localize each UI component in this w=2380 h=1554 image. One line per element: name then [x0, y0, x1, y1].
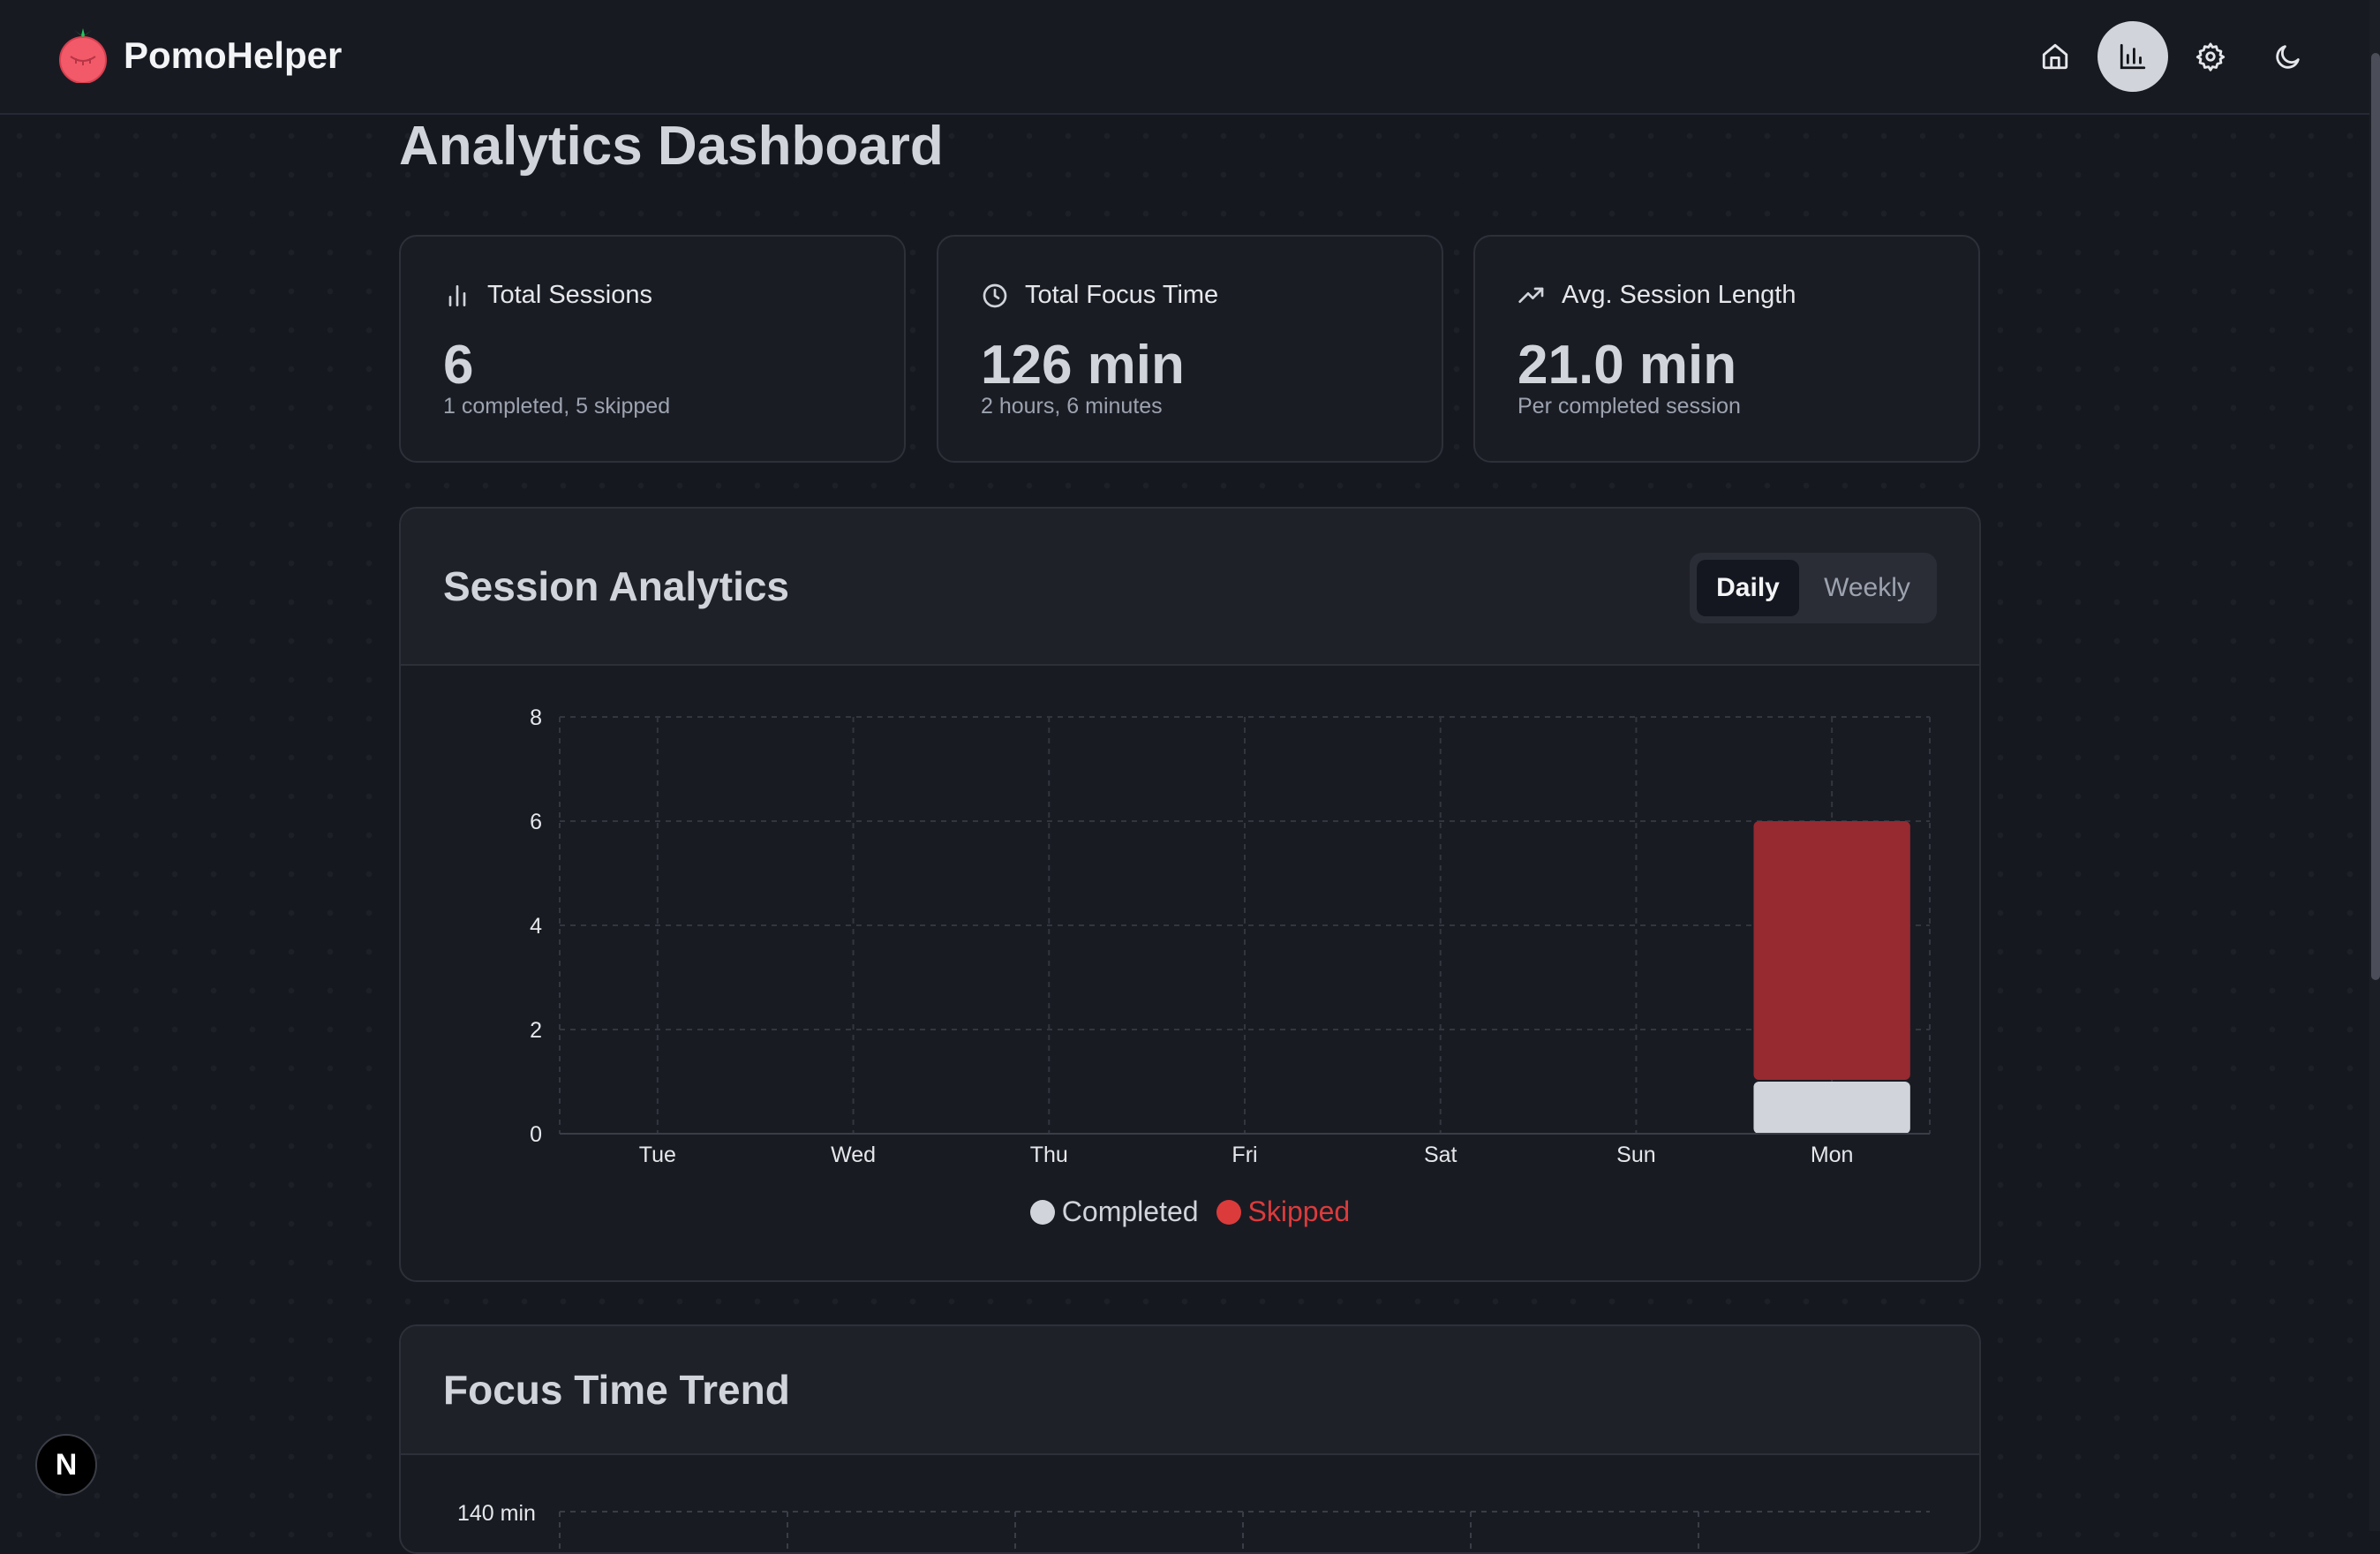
y-tick-label: 0 — [530, 1122, 542, 1147]
bar-chart-icon — [2120, 43, 2146, 70]
stat-label: Total Sessions — [487, 281, 652, 309]
clock-icon — [983, 283, 1007, 307]
stat-card-total-sessions: Total Sessions 6 1 completed, 5 skipped — [399, 235, 906, 463]
view-toggle: Daily Weekly — [1690, 553, 1937, 623]
panel-title: Focus Time Trend — [443, 1367, 790, 1413]
y-tick-label: 2 — [530, 1018, 542, 1043]
stat-value: 6 — [443, 335, 474, 396]
legend-completed[interactable]: Completed — [1029, 1196, 1199, 1228]
stat-subtext: Per completed session — [1518, 394, 1741, 419]
stat-value: 126 min — [981, 335, 1185, 396]
focus-time-trend-panel: Focus Time Trend 140 min — [399, 1324, 1981, 1554]
y-tick-label: 4 — [530, 914, 542, 939]
weekly-tab[interactable]: Weekly — [1804, 560, 1930, 616]
x-tick-label: Sat — [1424, 1143, 1457, 1167]
app-name[interactable]: PomoHelper — [124, 30, 342, 81]
bar-completed — [1753, 1082, 1910, 1134]
bar-chart-icon — [448, 284, 466, 306]
gear-icon — [2195, 42, 2226, 72]
moon-icon — [2276, 45, 2300, 69]
legend-label: Completed — [1061, 1196, 1199, 1227]
panel-header: Focus Time Trend — [401, 1326, 1979, 1455]
theme-toggle-button[interactable] — [2253, 21, 2324, 92]
y-tick-label: 8 — [530, 705, 542, 730]
stat-card-avg-session-length: Avg. Session Length 21.0 min Per complet… — [1473, 235, 1980, 463]
panel-title: Session Analytics — [443, 563, 790, 609]
x-tick-label: Thu — [1030, 1143, 1068, 1167]
session-analytics-panel: Session Analytics Daily Weekly 0 2 4 6 8 Tue W… — [399, 507, 1981, 1282]
skipped-swatch — [1216, 1199, 1241, 1225]
stat-subtext: 1 completed, 5 skipped — [443, 394, 671, 419]
completed-swatch — [1029, 1199, 1055, 1225]
nav-home-button[interactable] — [2020, 21, 2090, 92]
scrollbar[interactable] — [2369, 0, 2380, 1531]
x-tick-label: Wed — [831, 1143, 876, 1167]
session-bar-chart: 0 2 4 6 8 Tue Wed Thu Fri Sat Sun Mon — [530, 705, 1931, 1167]
nav-settings-button[interactable] — [2175, 21, 2246, 92]
bar-skipped — [1753, 821, 1910, 1080]
trend-grid — [559, 1511, 1930, 1552]
legend-label: Skipped — [1247, 1196, 1351, 1227]
stat-card-total-focus-time: Total Focus Time 126 min 2 hours, 6 minu… — [937, 235, 1443, 463]
legend-skipped[interactable]: Skipped — [1216, 1196, 1351, 1228]
stat-value: 21.0 min — [1518, 335, 1737, 396]
y-tick-label: 6 — [530, 810, 542, 834]
x-tick-label: Mon — [1811, 1143, 1854, 1167]
top-bar: PomoHelper — [0, 0, 2380, 115]
x-tick-label: Tue — [639, 1143, 676, 1167]
stat-label: Avg. Session Length — [1562, 281, 1796, 309]
chart-legend: Completed Skipped — [401, 1196, 1979, 1228]
x-tick-label: Sun — [1616, 1143, 1655, 1167]
nav-analytics-button[interactable] — [2098, 21, 2168, 92]
scrollbar-thumb[interactable] — [2371, 53, 2380, 980]
x-tick-label: Fri — [1231, 1143, 1257, 1167]
panel-header: Session Analytics Daily Weekly — [401, 509, 1979, 666]
next-dev-indicator-button[interactable]: N — [35, 1434, 97, 1496]
tomato-logo-icon — [59, 28, 107, 83]
trending-up-icon — [1518, 287, 1544, 303]
stat-label: Total Focus Time — [1025, 281, 1219, 309]
page-title: Analytics Dashboard — [399, 116, 944, 177]
home-icon — [2042, 43, 2068, 70]
daily-tab[interactable]: Daily — [1697, 560, 1799, 616]
stat-subtext: 2 hours, 6 minutes — [981, 394, 1163, 419]
